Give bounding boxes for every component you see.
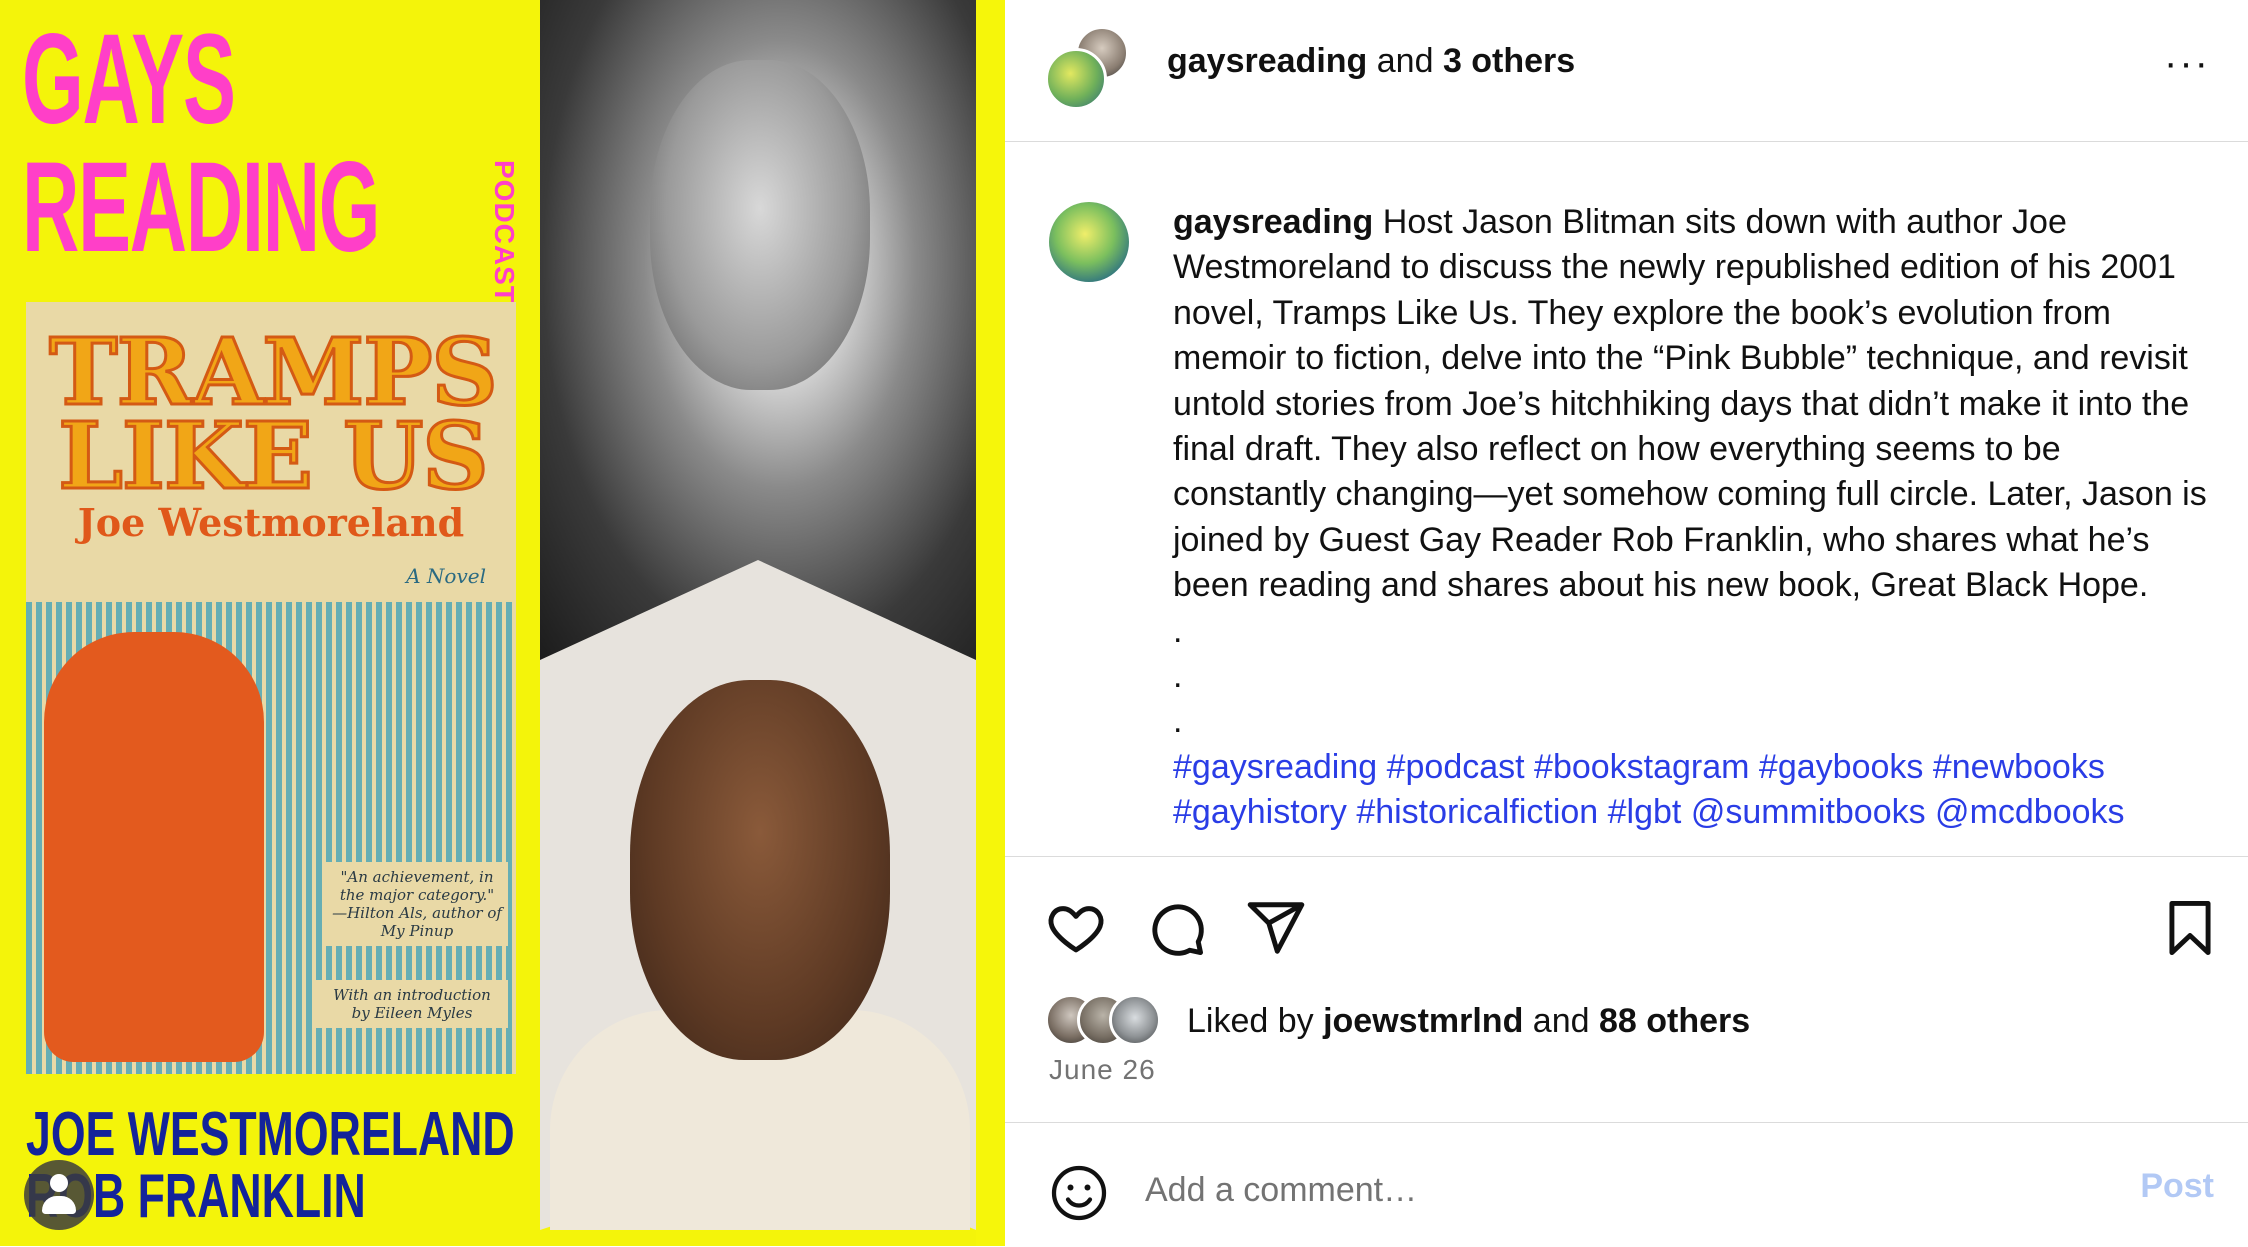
liked-by-text: Liked by joewstmrlnd and 88 others [1187,1002,1750,1041]
guest-name-2: ROB FRANKLIN [26,1162,366,1231]
liked-by-others[interactable]: 88 others [1599,1002,1750,1040]
post-panel: gaysreading and 3 others ··· gaysreading… [1005,0,2248,1246]
caption-dot: . [1173,702,1183,741]
heart-icon[interactable] [1045,897,1107,959]
book-cover-figure-art [44,632,264,1062]
avatar[interactable] [1109,994,1161,1046]
avatar[interactable] [1045,48,1107,110]
header-accounts: gaysreading and 3 others [1167,42,1575,81]
liked-by-user[interactable]: joewstmrlnd [1323,1002,1523,1040]
likes-summary: Liked by joewstmrlnd and 88 others [1045,990,2145,1050]
book-author: Joe Westmoreland [77,500,465,545]
liked-by-and: and [1523,1002,1599,1040]
book-tag: A Novel [406,564,486,588]
guest-names: JOE WESTMORELAND ROB FRANKLIN [26,1104,515,1228]
podcast-title-line1: GAYS [22,8,236,151]
share-icon[interactable] [1245,897,1307,959]
header-and: and [1367,42,1443,80]
book-cover: TRAMPS LIKE US Joe Westmoreland A Novel … [26,302,516,1074]
tagged-people-icon[interactable] [24,1160,94,1230]
book-title: TRAMPS LIKE US [48,318,500,510]
collab-avatars[interactable] [1045,26,1129,110]
guest-face [630,680,890,1060]
post-header: gaysreading and 3 others ··· [1005,0,2248,142]
caption: gaysreading Host Jason Blitman sits down… [1173,200,2223,836]
podcast-vertical-label: PODCAST [489,160,520,304]
more-options-icon[interactable]: ··· [2164,43,2210,83]
caption-text: Host Jason Blitman sits down with author… [1173,203,2207,605]
post-media[interactable]: GAYS READING PODCAST TRAMPS LIKE US Joe … [0,0,1005,1246]
emoji-icon[interactable] [1049,1163,1109,1223]
book-intro: With an introduction by Eileen Myles [316,980,508,1028]
book-blurb: "An achievement, in the major category."… [326,862,508,946]
post-button[interactable]: Post [2140,1167,2214,1206]
liked-by-prefix: Liked by [1187,1002,1324,1040]
comment-icon[interactable] [1145,897,1207,959]
hashtags-line[interactable]: #gaysreading #podcast #bookstagram #gayb… [1173,745,2223,790]
podcast-title: GAYS READING [22,8,381,279]
header-username[interactable]: gaysreading [1167,42,1367,80]
caption-dot: . [1173,611,1183,650]
caption-username[interactable]: gaysreading [1173,203,1373,241]
comment-input[interactable] [1145,1165,2045,1215]
caption-area: gaysreading Host Jason Blitman sits down… [1005,142,2248,856]
post-date[interactable]: June 26 [1049,1054,1156,1086]
poster-column: GAYS READING PODCAST TRAMPS LIKE US Joe … [0,0,540,1246]
avatar[interactable] [1049,202,1129,282]
guest-name-1: JOE WESTMORELAND [26,1100,515,1169]
caption-dot: . [1173,657,1183,696]
header-others[interactable]: 3 others [1443,42,1575,80]
hashtags-line[interactable]: #gayhistory #historicalfiction #lgbt @su… [1173,790,2223,835]
photo-column [540,0,976,1246]
bookmark-icon[interactable] [2159,897,2221,959]
podcast-title-line2: READING [22,136,381,279]
comment-bar: Post [1005,1122,2248,1247]
author-face [650,60,870,390]
action-bar [1005,856,2248,977]
